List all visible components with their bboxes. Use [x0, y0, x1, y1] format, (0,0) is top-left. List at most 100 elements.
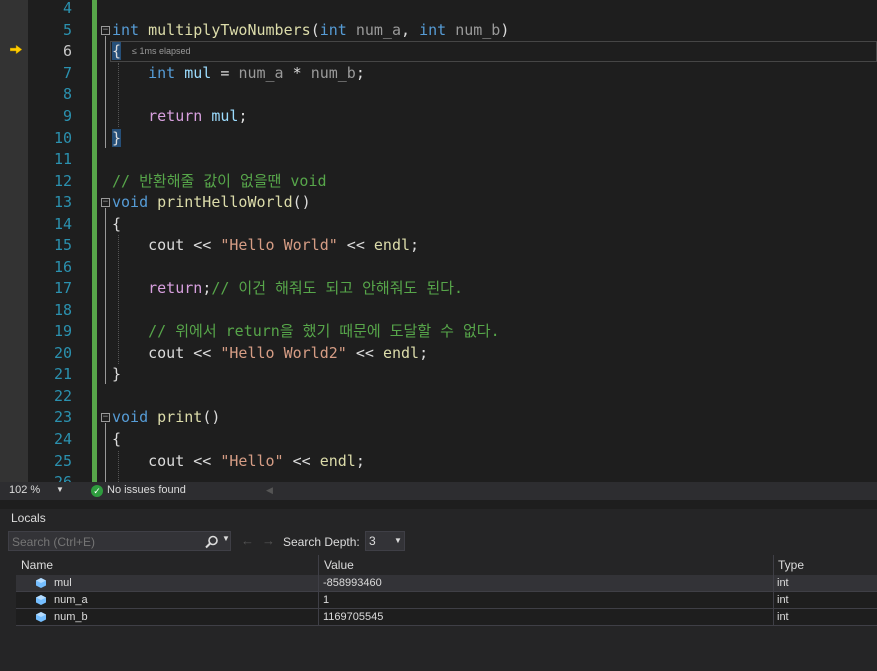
- table-row[interactable]: mul -858993460 int: [16, 575, 877, 592]
- line-number: 26: [53, 473, 72, 482]
- search-forward-icon[interactable]: →: [262, 533, 275, 548]
- comment: // 이건 해줘도 되고 안해줘도 된다.: [211, 279, 463, 297]
- search-back-icon[interactable]: ←: [241, 533, 254, 548]
- var-type: int: [777, 577, 789, 589]
- function-name: printHelloWorld: [157, 193, 293, 211]
- code-line-6: {: [112, 41, 122, 63]
- column-separator: [773, 609, 774, 626]
- variable-icon: [36, 612, 46, 622]
- var-value[interactable]: 1169705545: [323, 609, 383, 626]
- panel-splitter[interactable]: [0, 500, 877, 509]
- line-number: 21: [53, 365, 72, 383]
- string-literal: "Hello World2": [220, 344, 347, 362]
- column-separator: [773, 592, 774, 609]
- line-number: 6: [62, 42, 72, 60]
- code-line-10: }: [112, 128, 122, 150]
- punctuation: ;: [202, 279, 212, 297]
- line-number: 13: [53, 193, 72, 211]
- keyword-return: return: [148, 279, 203, 297]
- comment: // 위에서 return을 했기 때문에 도달할 수 없다.: [148, 322, 500, 340]
- scroll-left-icon[interactable]: ◀: [266, 485, 273, 496]
- variable-icon: [36, 578, 46, 588]
- line-number: 7: [62, 64, 72, 82]
- collapse-function-icon[interactable]: −: [101, 26, 110, 35]
- column-separator: [318, 592, 319, 609]
- keyword: int: [112, 21, 140, 39]
- collapse-function-icon[interactable]: −: [101, 198, 110, 207]
- column-header-name[interactable]: Name: [21, 555, 317, 575]
- search-depth-label: Search Depth:: [283, 535, 360, 549]
- zoom-level[interactable]: 102 %: [9, 484, 40, 496]
- code-line-7: int mul = num_a * num_b;: [112, 63, 365, 85]
- chevron-down-icon: ▼: [394, 536, 402, 545]
- operator: <<: [184, 344, 221, 362]
- line-number: 24: [53, 430, 72, 448]
- string-literal: "Hello World": [220, 236, 338, 254]
- execution-pointer-icon: [10, 45, 22, 54]
- column-header-value[interactable]: Value: [324, 555, 770, 575]
- function-name: endl: [382, 344, 420, 362]
- parameter: num_b: [455, 21, 501, 39]
- search-options-dropdown-icon[interactable]: ▼: [222, 534, 230, 543]
- panel-title: Locals: [11, 511, 46, 525]
- parameter: num_a: [355, 21, 401, 39]
- variable-icon: [36, 595, 46, 605]
- operator: <<: [337, 236, 374, 254]
- line-number: 10: [53, 129, 72, 147]
- operator: <<: [346, 344, 383, 362]
- collapse-function-icon[interactable]: −: [101, 413, 110, 422]
- keyword: void: [112, 408, 149, 426]
- search-depth-select[interactable]: 3 ▼: [365, 531, 405, 551]
- identifier: cout: [148, 452, 185, 470]
- function-name: endl: [319, 452, 356, 470]
- code-line-9: return mul;: [112, 106, 247, 128]
- change-tracking-bar: [92, 0, 97, 482]
- operator: =: [211, 64, 239, 82]
- line-number: 16: [53, 258, 72, 276]
- line-number: 8: [62, 85, 72, 103]
- column-separator[interactable]: [318, 555, 319, 575]
- punctuation: ;: [410, 236, 420, 254]
- column-header-type[interactable]: Type: [778, 555, 877, 575]
- parameter: num_a: [238, 64, 284, 82]
- punctuation: (: [310, 21, 320, 39]
- var-name: num_a: [54, 594, 88, 606]
- punctuation: ): [500, 21, 510, 39]
- var-type: int: [777, 594, 789, 606]
- fold-guide: [105, 36, 106, 148]
- brace-highlight: {: [112, 42, 122, 60]
- operator: <<: [184, 236, 221, 254]
- glyph-margin[interactable]: [0, 0, 28, 482]
- code-editor[interactable]: 4 5 6 7 8 9 10 11 12 13 14 15 16 17 18 19 20 21 22 23 24 25 26…: [0, 0, 877, 482]
- code-area[interactable]: int multiplyTwoNumbers(int num_a, int nu…: [112, 0, 877, 482]
- line-number: 5: [62, 21, 72, 39]
- issues-status[interactable]: No issues found: [107, 484, 186, 496]
- line-number: 20: [53, 344, 72, 362]
- column-separator[interactable]: [773, 555, 774, 575]
- punctuation: (): [292, 193, 311, 211]
- table-row[interactable]: num_a 1 int: [16, 592, 877, 609]
- search-box[interactable]: ▼: [8, 531, 231, 552]
- function-name: endl: [373, 236, 411, 254]
- var-value[interactable]: 1: [323, 592, 329, 609]
- search-icon[interactable]: [205, 535, 219, 549]
- code-line-19: // 위에서 return을 했기 때문에 도달할 수 없다.: [112, 321, 500, 343]
- locals-panel: Locals ▼ ← → Search Depth: 3 ▼ Name Valu…: [0, 509, 877, 671]
- var-value[interactable]: -858993460: [323, 575, 382, 592]
- search-input[interactable]: [9, 532, 204, 552]
- function-name: multiplyTwoNumbers: [148, 21, 311, 39]
- zoom-dropdown-icon[interactable]: ▼: [56, 485, 64, 494]
- keyword: int: [148, 64, 176, 82]
- code-line-14: {: [112, 215, 122, 233]
- punctuation: (): [202, 408, 221, 426]
- keyword: void: [112, 193, 149, 211]
- keyword: int: [419, 21, 447, 39]
- line-number: 19: [53, 322, 72, 340]
- operator: <<: [283, 452, 320, 470]
- table-row[interactable]: num_b 1169705545 int: [16, 609, 877, 626]
- code-line-20: cout << "Hello World2" << endl;: [112, 343, 428, 365]
- keyword: int: [319, 21, 347, 39]
- variable: mul: [211, 107, 239, 125]
- brace-highlight: }: [112, 129, 122, 147]
- code-line-17: return;// 이건 해줘도 되고 안해줘도 된다.: [112, 278, 463, 300]
